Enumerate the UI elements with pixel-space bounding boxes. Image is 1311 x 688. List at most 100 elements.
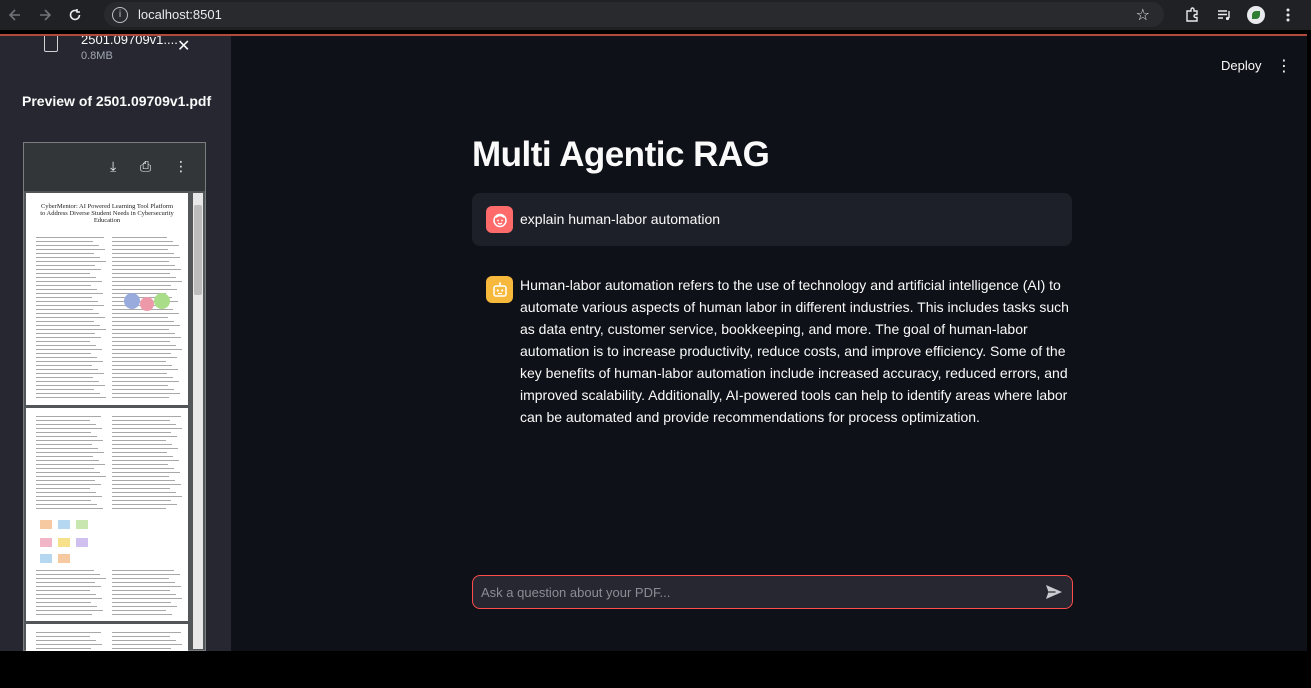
pdf-text-line bbox=[36, 586, 101, 587]
pdf-diagram bbox=[38, 516, 104, 566]
pdf-text-line bbox=[36, 345, 96, 346]
pdf-text-line bbox=[112, 484, 181, 485]
pdf-text-line bbox=[36, 578, 106, 579]
pdf-text-line bbox=[36, 416, 101, 417]
pdf-text-line bbox=[112, 269, 181, 270]
pdf-text-line bbox=[36, 590, 90, 591]
pdf-text-line bbox=[36, 313, 99, 314]
pdf-text-line bbox=[36, 428, 102, 429]
pdf-text-line bbox=[112, 468, 174, 469]
pdf-text-line bbox=[112, 500, 171, 501]
pdf-text-line bbox=[112, 644, 182, 645]
download-icon[interactable]: ⤓ bbox=[110, 159, 116, 175]
print-icon[interactable]: ⎙ bbox=[140, 159, 151, 175]
page-title: Multi Agentic RAG bbox=[472, 135, 770, 174]
chrome-menu-icon[interactable] bbox=[1279, 6, 1297, 24]
profile-avatar[interactable] bbox=[1247, 6, 1265, 24]
pdf-text-line bbox=[36, 582, 95, 583]
pdf-text-line bbox=[36, 397, 106, 398]
pdf-text-line bbox=[36, 393, 100, 394]
pdf-text-line bbox=[112, 361, 166, 362]
pdf-scroll-thumb[interactable] bbox=[194, 205, 202, 295]
pdf-text-line bbox=[36, 610, 103, 611]
pdf-text-line bbox=[36, 508, 103, 509]
pdf-text-line bbox=[36, 249, 105, 250]
pdf-text-line bbox=[112, 574, 180, 575]
pdf-text-line bbox=[112, 381, 179, 382]
pdf-text-line bbox=[112, 377, 173, 378]
pdf-text-line bbox=[112, 337, 181, 338]
pdf-toolbar: ⤓ ⎙ ⋮ bbox=[24, 143, 205, 191]
pdf-text-line bbox=[36, 325, 100, 326]
pdf-text-line bbox=[36, 349, 102, 350]
pdf-text-line bbox=[112, 385, 168, 386]
pdf-text-line bbox=[112, 313, 179, 314]
pdf-text-line bbox=[112, 492, 176, 493]
pdf-text-line bbox=[112, 393, 180, 394]
deploy-button[interactable]: Deploy bbox=[1221, 58, 1261, 73]
chat-input[interactable]: Ask a question about your PDF... bbox=[472, 575, 1073, 609]
pdf-text-line bbox=[112, 369, 178, 370]
pdf-text-line bbox=[36, 420, 90, 421]
pdf-text-line bbox=[112, 420, 170, 421]
site-info-icon[interactable]: i bbox=[112, 6, 128, 23]
pdf-text-line bbox=[36, 269, 101, 270]
reload-icon[interactable] bbox=[60, 0, 90, 30]
extensions-icon[interactable] bbox=[1183, 6, 1201, 24]
pdf-text-line bbox=[112, 341, 170, 342]
pdf-text-line bbox=[36, 361, 103, 362]
pdf-text-line bbox=[112, 578, 169, 579]
remove-file-icon[interactable]: ✕ bbox=[177, 36, 190, 55]
pdf-text-line bbox=[36, 602, 91, 603]
back-icon[interactable] bbox=[0, 0, 30, 30]
pdf-text-line bbox=[112, 349, 182, 350]
pdf-text-line bbox=[112, 614, 172, 615]
pdf-text-line bbox=[112, 488, 170, 489]
chat-input-placeholder[interactable]: Ask a question about your PDF... bbox=[481, 585, 670, 600]
pdf-text-line bbox=[112, 582, 175, 583]
pdf-scrollbar[interactable] bbox=[193, 193, 203, 649]
pdf-text-line bbox=[36, 353, 91, 354]
browser-toolbar: i localhost:8501 ☆ bbox=[0, 0, 1311, 30]
preview-heading: Preview of 2501.09709v1.pdf bbox=[22, 93, 212, 109]
pdf-text-line bbox=[36, 369, 98, 370]
pdf-text-line bbox=[36, 265, 95, 266]
pdf-text-line bbox=[112, 472, 180, 473]
forward-icon[interactable] bbox=[30, 0, 60, 30]
pdf-text-line bbox=[112, 460, 179, 461]
pdf-text-line bbox=[36, 273, 90, 274]
media-controls-icon[interactable] bbox=[1215, 6, 1233, 24]
address-bar[interactable]: i localhost:8501 ☆ bbox=[104, 2, 1164, 27]
pdf-text-line bbox=[36, 464, 105, 465]
user-avatar-icon bbox=[486, 206, 513, 233]
pdf-text-line bbox=[112, 389, 174, 390]
pdf-text-line bbox=[36, 570, 94, 571]
sidebar: 2501.09709v1.... 0.8MB ✕ Preview of 2501… bbox=[0, 36, 231, 651]
send-icon[interactable] bbox=[1044, 583, 1064, 601]
pdf-text-line bbox=[36, 484, 101, 485]
pdf-text-line bbox=[112, 632, 181, 633]
pdf-more-icon[interactable]: ⋮ bbox=[174, 159, 188, 175]
pdf-text-line bbox=[36, 472, 100, 473]
pdf-text-line bbox=[36, 504, 97, 505]
pdf-text-line bbox=[36, 373, 104, 374]
assistant-message-text: Human-labor automation refers to the use… bbox=[520, 277, 1069, 425]
main-menu-icon[interactable]: ⋮ bbox=[1276, 56, 1292, 75]
pdf-text-line bbox=[112, 273, 170, 274]
pdf-text-line bbox=[112, 590, 170, 591]
pdf-text-line bbox=[36, 456, 93, 457]
pdf-text-line bbox=[36, 341, 90, 342]
bookmark-star-icon[interactable]: ☆ bbox=[1136, 5, 1150, 24]
pdf-text-line bbox=[36, 444, 92, 445]
pdf-viewer[interactable]: ⤓ ⎙ ⋮ CyberMentor: AI Powered Learning T… bbox=[23, 142, 206, 651]
pdf-text-line bbox=[112, 317, 168, 318]
pdf-text-line bbox=[112, 464, 168, 465]
assistant-avatar-icon bbox=[486, 276, 513, 303]
pdf-text-line bbox=[112, 448, 178, 449]
pdf-text-line bbox=[36, 452, 104, 453]
pdf-text-line bbox=[36, 305, 104, 306]
pdf-text-line bbox=[36, 500, 91, 501]
pdf-text-line bbox=[112, 432, 171, 433]
pdf-text-line bbox=[112, 325, 180, 326]
pdf-text-line bbox=[112, 570, 174, 571]
